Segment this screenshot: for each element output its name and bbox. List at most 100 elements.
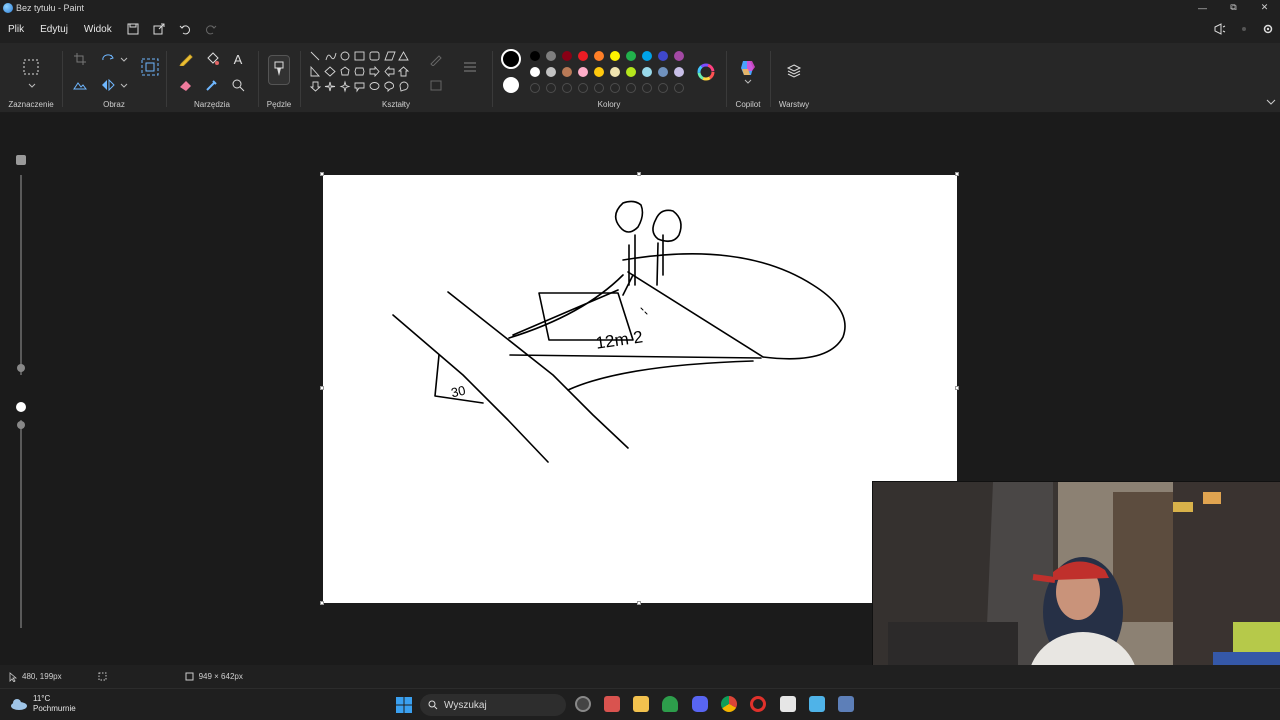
resize-handle-top[interactable] xyxy=(637,172,641,176)
eraser-tool[interactable] xyxy=(178,77,194,93)
resize-handle-bottom[interactable] xyxy=(637,601,641,605)
collapse-ribbon-button[interactable] xyxy=(1266,97,1276,107)
fill-button[interactable] xyxy=(428,77,444,93)
palette-color-swatch[interactable] xyxy=(626,67,636,77)
palette-color-swatch[interactable] xyxy=(610,51,620,61)
resize-handle-left[interactable] xyxy=(320,386,324,390)
color-picker-tool[interactable] xyxy=(204,77,220,93)
palette-color-swatch[interactable] xyxy=(658,51,668,61)
menu-edit[interactable]: Edytuj xyxy=(32,15,76,43)
taskbar-discord-icon[interactable] xyxy=(692,696,708,712)
weather-condition: Pochmurnie xyxy=(33,704,76,713)
save-button[interactable] xyxy=(120,15,146,43)
layers-button[interactable] xyxy=(786,63,802,79)
pencil-tool[interactable] xyxy=(178,51,194,67)
taskbar-calculator-icon[interactable] xyxy=(838,696,854,712)
share-button[interactable] xyxy=(146,15,172,43)
zoom-slider[interactable] xyxy=(12,150,30,630)
selection-size-icon xyxy=(98,672,107,681)
selection-dropdown[interactable] xyxy=(24,77,40,93)
menu-file[interactable]: Plik xyxy=(0,15,32,43)
rotate-dropdown[interactable] xyxy=(116,51,132,67)
undo-button[interactable] xyxy=(172,15,198,43)
brushes-button[interactable] xyxy=(268,55,290,85)
feedback-icon[interactable] xyxy=(1214,23,1226,35)
magnifier-tool[interactable] xyxy=(230,77,246,93)
group-image: Obraz xyxy=(62,43,166,113)
save-icon xyxy=(127,23,139,35)
line-width-button[interactable] xyxy=(462,59,478,75)
taskbar-paint-icon[interactable] xyxy=(604,696,620,712)
taskbar-folder-icon[interactable] xyxy=(633,696,649,712)
secondary-color-swatch[interactable] xyxy=(503,77,519,93)
palette-color-swatch[interactable] xyxy=(626,51,636,61)
primary-color-swatch[interactable] xyxy=(501,49,521,69)
rotate-button[interactable] xyxy=(100,51,116,67)
drawing-canvas[interactable]: 12m 2 30 xyxy=(323,175,957,603)
palette-color-swatch[interactable] xyxy=(642,67,652,77)
palette-color-swatch[interactable] xyxy=(674,51,684,61)
palette-color-swatch[interactable] xyxy=(594,51,604,61)
custom-color-slot[interactable] xyxy=(610,83,620,93)
palette-color-swatch[interactable] xyxy=(642,51,652,61)
palette-color-swatch[interactable] xyxy=(594,67,604,77)
resize-button[interactable] xyxy=(140,57,160,77)
select-rectangle-button[interactable] xyxy=(22,58,40,76)
settings-gear-icon[interactable] xyxy=(1262,23,1274,35)
taskbar-chrome-icon[interactable] xyxy=(721,696,737,712)
custom-color-slot[interactable] xyxy=(626,83,636,93)
resize-handle-bl[interactable] xyxy=(320,601,324,605)
redo-button[interactable] xyxy=(198,15,224,43)
close-button[interactable]: ✕ xyxy=(1249,0,1280,15)
text-tool[interactable]: A xyxy=(230,51,246,67)
custom-color-slot[interactable] xyxy=(530,83,540,93)
resize-handle-tr[interactable] xyxy=(955,172,959,176)
custom-color-slot[interactable] xyxy=(546,83,556,93)
palette-color-swatch[interactable] xyxy=(546,67,556,77)
image-effects-button[interactable] xyxy=(72,77,88,93)
window-title: Bez tytułu - Paint xyxy=(16,2,85,13)
taskbar-obs-icon[interactable] xyxy=(575,696,591,712)
taskbar-search[interactable]: Wyszukaj xyxy=(420,694,566,716)
taskbar-capcut-icon[interactable] xyxy=(780,696,796,712)
palette-color-swatch[interactable] xyxy=(562,67,572,77)
account-icon[interactable] xyxy=(1238,23,1250,35)
ribbon-toolbar: Zaznaczenie Obraz A Narzędzia Pędzle Ksz… xyxy=(0,43,1280,113)
palette-color-swatch[interactable] xyxy=(546,51,556,61)
taskbar-shield-icon[interactable] xyxy=(662,696,678,712)
minimize-button[interactable]: — xyxy=(1187,0,1218,15)
palette-color-swatch[interactable] xyxy=(610,67,620,77)
resize-handle-right[interactable] xyxy=(955,386,959,390)
search-placeholder: Wyszukaj xyxy=(444,699,487,711)
shapes-gallery[interactable] xyxy=(308,49,412,97)
title-bar: Bez tytułu - Paint — ⧉ ✕ xyxy=(0,0,1280,15)
palette-color-swatch[interactable] xyxy=(578,67,588,77)
custom-color-slot[interactable] xyxy=(674,83,684,93)
outline-button[interactable] xyxy=(428,51,444,67)
taskbar-opera-icon[interactable] xyxy=(750,696,766,712)
flip-dropdown[interactable] xyxy=(116,77,132,93)
resize-handle-tl[interactable] xyxy=(320,172,324,176)
custom-color-slot[interactable] xyxy=(578,83,588,93)
palette-color-swatch[interactable] xyxy=(530,51,540,61)
palette-color-swatch[interactable] xyxy=(578,51,588,61)
palette-color-swatch[interactable] xyxy=(562,51,572,61)
copilot-button[interactable] xyxy=(739,59,757,77)
palette-color-swatch[interactable] xyxy=(530,67,540,77)
crop-button[interactable] xyxy=(72,51,88,67)
custom-color-slot[interactable] xyxy=(642,83,652,93)
weather-widget[interactable]: 11°C Pochmurnie xyxy=(10,694,76,714)
custom-color-slot[interactable] xyxy=(562,83,572,93)
palette-color-swatch[interactable] xyxy=(658,67,668,77)
copilot-dropdown[interactable] xyxy=(744,77,752,85)
edit-colors-button[interactable] xyxy=(697,63,715,81)
custom-color-slot[interactable] xyxy=(658,83,668,93)
start-button[interactable] xyxy=(396,697,412,713)
palette-color-swatch[interactable] xyxy=(674,67,684,77)
flip-button[interactable] xyxy=(100,77,116,93)
taskbar-notepad-icon[interactable] xyxy=(809,696,825,712)
restore-button[interactable]: ⧉ xyxy=(1218,0,1249,15)
menu-view[interactable]: Widok xyxy=(76,15,120,43)
fill-tool[interactable] xyxy=(204,51,220,67)
custom-color-slot[interactable] xyxy=(594,83,604,93)
